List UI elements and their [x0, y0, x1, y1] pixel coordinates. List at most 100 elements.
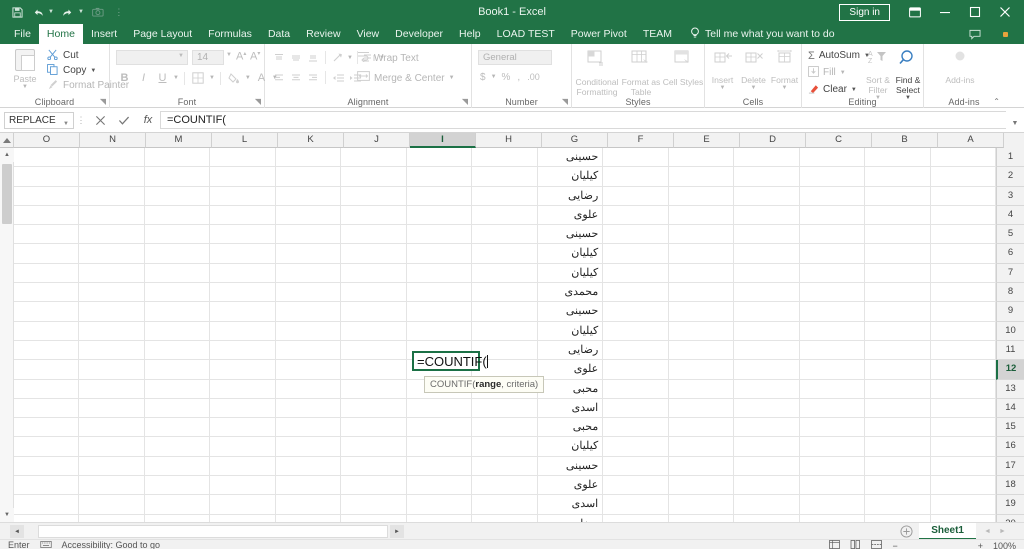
align-right-icon[interactable]	[305, 70, 321, 85]
cell-K6[interactable]	[275, 244, 342, 264]
conditional-formatting-button[interactable]: Conditional Formatting	[574, 46, 620, 101]
cell-M9[interactable]	[144, 302, 211, 322]
cell-M12[interactable]	[144, 360, 211, 380]
cell-J10[interactable]	[341, 321, 407, 341]
sign-in-button[interactable]: Sign in	[839, 3, 890, 21]
enter-formula-icon[interactable]	[112, 110, 136, 130]
cell-F15[interactable]	[603, 418, 669, 438]
cell-J8[interactable]	[341, 283, 407, 303]
cell-G17[interactable]: حسینی	[537, 456, 604, 477]
row-header-5[interactable]: 5	[996, 225, 1024, 245]
autosum-button[interactable]: Σ AutoSum ▼	[808, 48, 870, 63]
cell-F13[interactable]	[603, 379, 669, 399]
format-cells-button[interactable]: Format ▼	[769, 46, 800, 101]
cell-J17[interactable]	[341, 456, 407, 477]
cell-K12[interactable]	[275, 360, 342, 380]
cell-C5[interactable]	[799, 225, 866, 245]
cell-M2[interactable]	[144, 167, 211, 187]
cell-G5[interactable]: حسینی	[537, 225, 604, 245]
fill-color-dropdown-icon[interactable]: ▼	[245, 75, 251, 81]
insert-cells-button[interactable]: Insert ▼	[707, 46, 738, 101]
cell-N9[interactable]	[79, 302, 145, 322]
cell-G8[interactable]: محمدی	[537, 283, 604, 303]
scroll-left-arrow[interactable]: ◄	[10, 525, 24, 538]
cell-G16[interactable]: کیلیان	[537, 437, 604, 457]
cell-M3[interactable]	[144, 186, 211, 206]
find-select-button[interactable]: Find & Select ▼	[892, 46, 924, 101]
cell-N1[interactable]	[79, 148, 145, 168]
cell-C15[interactable]	[799, 418, 866, 438]
cell-K14[interactable]	[275, 398, 342, 419]
cell-J14[interactable]	[341, 398, 407, 419]
row-header-13[interactable]: 13	[996, 379, 1024, 399]
cell-B3[interactable]	[865, 186, 931, 206]
cell-C11[interactable]	[799, 340, 866, 361]
cell-E7[interactable]	[668, 263, 735, 284]
cell-H7[interactable]	[472, 263, 538, 284]
cell-E19[interactable]	[668, 495, 735, 515]
cell-F18[interactable]	[603, 476, 669, 496]
clipboard-dialog-launcher[interactable]: ◥	[100, 97, 106, 106]
cell-C9[interactable]	[799, 302, 866, 322]
cell-C7[interactable]	[799, 263, 866, 284]
cell-E18[interactable]	[668, 476, 735, 496]
insert-dropdown-icon[interactable]: ▼	[720, 85, 726, 91]
cell-A11[interactable]	[930, 340, 997, 361]
cell-B1[interactable]	[865, 148, 931, 168]
cell-B17[interactable]	[865, 456, 931, 477]
cell-A10[interactable]	[930, 321, 997, 341]
cell-E2[interactable]	[668, 167, 735, 187]
cell-O20[interactable]	[14, 514, 80, 522]
add-sheet-button[interactable]	[893, 523, 919, 540]
cell-O17[interactable]	[14, 456, 80, 477]
cell-A4[interactable]	[930, 205, 997, 226]
fill-dropdown-icon[interactable]: ▼	[840, 70, 846, 76]
cell-D12[interactable]	[734, 360, 800, 380]
row-header-17[interactable]: 17	[996, 456, 1024, 477]
cell-L6[interactable]	[210, 244, 276, 264]
underline-button[interactable]: U	[154, 70, 171, 86]
cell-D17[interactable]	[734, 456, 800, 477]
cell-H10[interactable]	[472, 321, 538, 341]
cell-O12[interactable]	[14, 360, 80, 380]
cell-M20[interactable]	[144, 514, 211, 522]
cell-M11[interactable]	[144, 340, 211, 361]
cell-C3[interactable]	[799, 186, 866, 206]
cell-G10[interactable]: کیلیان	[537, 321, 604, 341]
cell-J6[interactable]	[341, 244, 407, 264]
cell-N5[interactable]	[79, 225, 145, 245]
cell-F11[interactable]	[603, 340, 669, 361]
cell-F9[interactable]	[603, 302, 669, 322]
cell-D15[interactable]	[734, 418, 800, 438]
cell-H17[interactable]	[472, 456, 538, 477]
cell-B7[interactable]	[865, 263, 931, 284]
row-header-6[interactable]: 6	[996, 244, 1024, 264]
tab-insert[interactable]: Insert	[83, 24, 125, 44]
cell-A9[interactable]	[930, 302, 997, 322]
italic-button[interactable]: I	[135, 70, 152, 86]
tab-view[interactable]: View	[349, 24, 388, 44]
cell-K3[interactable]	[275, 186, 342, 206]
cell-F1[interactable]	[603, 148, 669, 168]
cell-N7[interactable]	[79, 263, 145, 284]
cell-H6[interactable]	[472, 244, 538, 264]
cell-F20[interactable]	[603, 514, 669, 522]
cell-O3[interactable]	[14, 186, 80, 206]
cell-F16[interactable]	[603, 437, 669, 457]
formula-input[interactable]: =COUNTIF(	[160, 111, 1006, 129]
cell-M10[interactable]	[144, 321, 211, 341]
row-header-18[interactable]: 18	[996, 476, 1024, 496]
format-as-table-button[interactable]: Format as Table	[618, 46, 664, 101]
cell-A1[interactable]	[930, 148, 997, 168]
cell-I18[interactable]	[406, 476, 473, 496]
sheet-tab-sheet1[interactable]: Sheet1	[919, 523, 976, 540]
cell-I17[interactable]	[406, 456, 473, 477]
cell-B15[interactable]	[865, 418, 931, 438]
cell-H16[interactable]	[472, 437, 538, 457]
cell-K8[interactable]	[275, 283, 342, 303]
cell-C8[interactable]	[799, 283, 866, 303]
cell-F17[interactable]	[603, 456, 669, 477]
cell-G2[interactable]: کیلیان	[537, 167, 604, 187]
share-status-icon[interactable]	[990, 24, 1020, 44]
cell-C17[interactable]	[799, 456, 866, 477]
